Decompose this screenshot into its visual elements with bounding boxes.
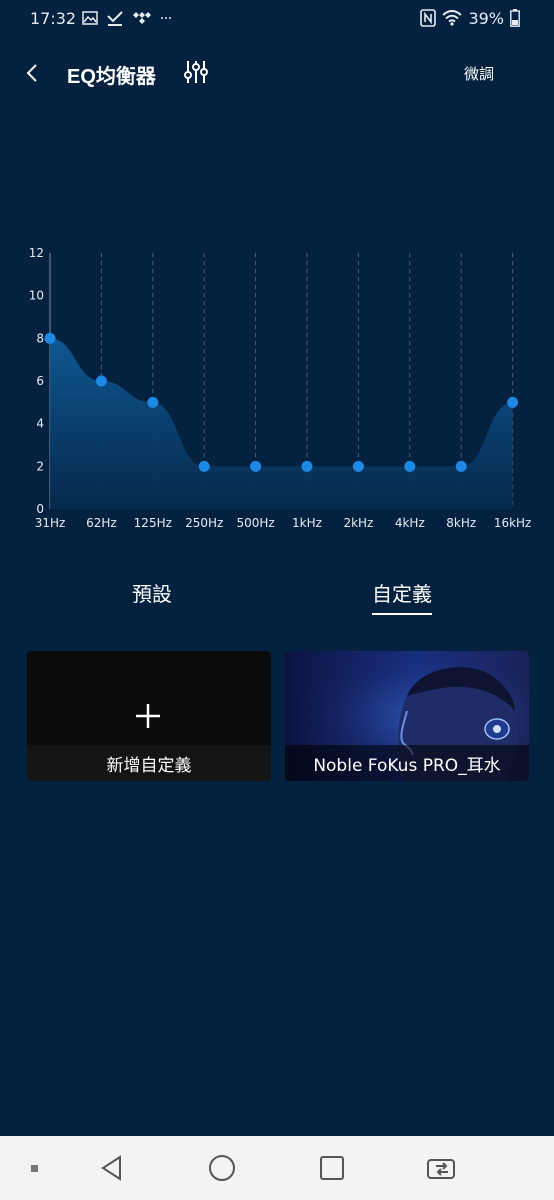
system-nav-bar [0,1136,554,1200]
eq-band-handle-1kHz[interactable] [301,460,313,472]
circle-home-icon [209,1155,235,1181]
nav-switch-button[interactable] [426,1152,458,1184]
tab-custom[interactable]: 自定義 [372,578,432,615]
y-tick-label: 10 [29,289,44,303]
header: EQ均衡器 微調 [0,50,554,96]
eq-band-handle-4kHz[interactable] [404,460,416,472]
x-tick-label: 4kHz [395,516,425,530]
chevron-left-icon [26,64,37,82]
more-dots-icon [161,17,171,19]
plus-icon [136,704,160,728]
triangle-back-icon [101,1155,121,1181]
eq-chart-svg: 0 2 4 6 8 10 12 31Hz 62Hz 125Hz 250Hz 500Hz 1kHz 2kH… [29,246,532,530]
check-download-icon [107,11,123,26]
x-tick-label: 500Hz [236,516,274,530]
page-title: EQ均衡器 [67,66,156,88]
tab-preset[interactable]: 預設 [132,578,172,613]
y-tick-label: 8 [36,331,44,345]
x-tick-label: 250Hz [185,516,223,530]
y-tick-label: 6 [36,374,44,388]
x-tick-label: 16kHz [494,516,532,530]
eq-curve-area [50,338,513,509]
eq-band-handle-250Hz[interactable] [198,460,210,472]
nav-dot-button[interactable] [18,1152,50,1184]
x-tick-label: 31Hz [35,516,66,530]
nfc-icon [420,9,437,27]
x-tick-label: 125Hz [134,516,172,530]
add-custom-label: 新增自定義 [27,745,271,781]
nav-home-button[interactable] [206,1152,238,1184]
status-bar: 17:32 39% [0,0,554,36]
nav-back-button[interactable] [96,1152,128,1184]
add-custom-card[interactable]: 新增自定義 [27,651,271,781]
battery-percent: 39% [468,8,504,28]
y-tick-label: 0 [36,502,44,516]
y-tick-label: 12 [29,246,44,260]
eq-band-handle-8kHz[interactable] [455,460,467,472]
preset-card-label: Noble FoKus PRO_耳水 [285,745,529,781]
eq-chart: 0 2 4 6 8 10 12 31Hz 62Hz 125Hz 250Hz 500Hz 1kHz 2kH… [0,240,554,540]
eq-band-handle-500Hz[interactable] [250,460,262,472]
eq-band-handle-31Hz[interactable] [44,332,56,344]
small-square-icon [31,1165,38,1172]
tab-bar: 預設 自定義 [0,578,554,618]
x-tick-label: 62Hz [86,516,117,530]
equalizer-icon [184,61,208,83]
eq-band-handle-2kHz[interactable] [352,460,364,472]
y-tick-label: 2 [36,459,44,473]
eq-band-handle-125Hz[interactable] [147,396,159,408]
square-recents-icon [320,1156,344,1180]
eq-band-handle-16kHz[interactable] [507,396,519,408]
x-tick-label: 8kHz [446,516,476,530]
eq-band-handle-62Hz[interactable] [95,375,107,387]
status-time: 17:32 [30,9,77,28]
battery-icon [510,9,520,27]
fine-tune-button[interactable]: 微調 [464,63,494,84]
preset-card-noble[interactable]: Noble FoKus PRO_耳水 [285,651,529,781]
wifi-icon [442,10,463,26]
x-tick-label: 2kHz [343,516,373,530]
status-icons-right: 39% [420,8,520,28]
x-tick-label: 1kHz [292,516,322,530]
image-icon [82,11,98,25]
back-button[interactable] [18,58,46,88]
status-icons-left [82,8,172,28]
nav-recents-button[interactable] [316,1152,348,1184]
tidal-icon [133,12,151,24]
swap-screen-icon [427,1159,455,1179]
y-tick-label: 4 [36,417,44,431]
